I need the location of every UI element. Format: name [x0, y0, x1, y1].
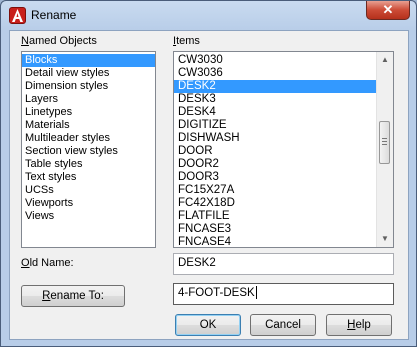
- item-list-item[interactable]: DOOR3: [174, 171, 393, 184]
- thumb-grip-line: [382, 138, 387, 139]
- rename-to-value: 4-FOOT-DESK: [178, 287, 255, 299]
- named-object-list-item[interactable]: Dimension styles: [22, 80, 155, 93]
- rename-dialog: Rename ✕ Named Objects Blocks Detail view…: [0, 0, 417, 347]
- scrollbar-thumb[interactable]: [379, 121, 390, 164]
- text-caret: [255, 286, 257, 300]
- scroll-up-arrow-icon[interactable]: ▲: [377, 52, 393, 68]
- named-objects-list[interactable]: Blocks Detail view styles Dimension styles…: [21, 51, 156, 248]
- item-list-item[interactable]: FC42X18D: [174, 197, 393, 210]
- named-object-list-item[interactable]: Detail view styles: [22, 67, 155, 80]
- dialog-client-area: Named Objects Blocks Detail view styles Di…: [9, 30, 409, 340]
- item-list-item[interactable]: FC15X27A: [174, 184, 393, 197]
- item-list-item[interactable]: DISHWASH: [174, 132, 393, 145]
- item-list-item[interactable]: DOOR2: [174, 158, 393, 171]
- close-button[interactable]: ✕: [366, 1, 410, 20]
- title-bar[interactable]: Rename ✕: [1, 1, 416, 29]
- named-object-list-item[interactable]: Blocks: [22, 54, 155, 67]
- autocad-logo-icon: [9, 7, 26, 24]
- named-object-list-item[interactable]: Viewports: [22, 197, 155, 210]
- rename-to-field[interactable]: 4-FOOT-DESK: [173, 283, 394, 305]
- ok-button[interactable]: OK: [175, 314, 241, 336]
- items-rows: CW3030 CW3036 DESK2 DESK3 DESK4 DIGITIZE DISHW…: [174, 52, 393, 247]
- item-list-item[interactable]: DESK4: [174, 106, 393, 119]
- item-list-item[interactable]: CW3030: [174, 54, 393, 67]
- named-object-list-item[interactable]: Materials: [22, 119, 155, 132]
- items-label: Items: [173, 35, 200, 47]
- scroll-down-arrow-icon[interactable]: ▼: [377, 231, 393, 247]
- cancel-button[interactable]: Cancel: [250, 314, 316, 336]
- item-list-item[interactable]: DIGITIZE: [174, 119, 393, 132]
- window-title: Rename: [31, 8, 77, 22]
- named-object-list-item[interactable]: Multileader styles: [22, 132, 155, 145]
- thumb-grip-line: [382, 144, 387, 145]
- named-object-list-item[interactable]: UCSs: [22, 184, 155, 197]
- item-list-item[interactable]: DESK2: [174, 80, 393, 93]
- help-button[interactable]: Help: [326, 314, 392, 336]
- items-list[interactable]: CW3030 CW3036 DESK2 DESK3 DESK4 DIGITIZE DISHW…: [173, 51, 394, 248]
- old-name-value: DESK2: [178, 257, 216, 269]
- item-list-item[interactable]: FNCASE4: [174, 236, 393, 247]
- item-list-item[interactable]: FNCASE3: [174, 223, 393, 236]
- named-object-list-item[interactable]: Section view styles: [22, 145, 155, 158]
- named-object-list-item[interactable]: Layers: [22, 93, 155, 106]
- named-object-list-item[interactable]: Table styles: [22, 158, 155, 171]
- named-object-list-item[interactable]: Views: [22, 210, 155, 223]
- named-objects-label: Named Objects: [21, 35, 97, 47]
- item-list-item[interactable]: DESK3: [174, 93, 393, 106]
- old-name-label: Old Name:: [21, 257, 74, 269]
- close-icon: ✕: [382, 2, 394, 17]
- thumb-grip-line: [382, 141, 387, 142]
- rename-to-button[interactable]: Rename To:: [21, 285, 125, 307]
- old-name-field[interactable]: DESK2: [173, 253, 394, 275]
- item-list-item[interactable]: FLATFILE: [174, 210, 393, 223]
- named-object-list-item[interactable]: Linetypes: [22, 106, 155, 119]
- items-scrollbar[interactable]: ▲ ▼: [376, 52, 393, 247]
- named-object-list-item[interactable]: Text styles: [22, 171, 155, 184]
- item-list-item[interactable]: DOOR: [174, 145, 393, 158]
- item-list-item[interactable]: CW3036: [174, 67, 393, 80]
